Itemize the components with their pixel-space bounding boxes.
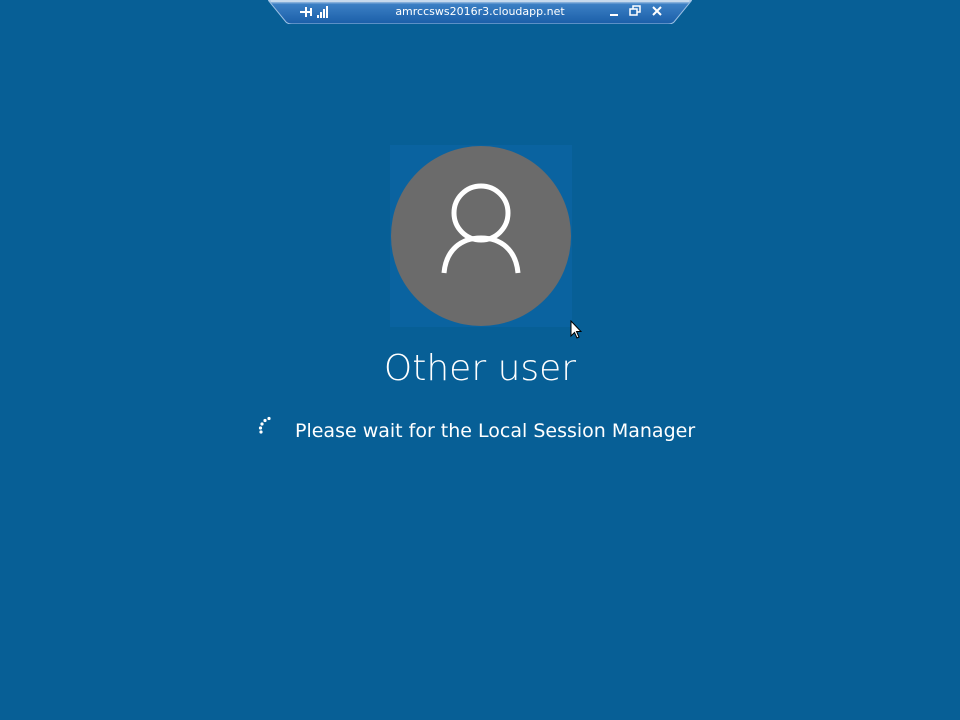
status-message: Please wait for the Local Session Manage… [295, 420, 696, 442]
lock-screen: amrccsws2016r3.cloudapp.net Other user P… [0, 0, 960, 720]
user-silhouette-icon [441, 183, 521, 274]
user-tile[interactable] [390, 145, 572, 327]
rdp-host-name: amrccsws2016r3.cloudapp.net [395, 5, 565, 18]
pin-icon[interactable] [298, 4, 314, 18]
minimize-icon[interactable] [606, 3, 622, 19]
close-icon[interactable] [649, 3, 665, 19]
connection-quality-icon[interactable] [316, 4, 330, 18]
loading-spinner-icon [255, 414, 279, 438]
user-name: Other user [383, 348, 577, 389]
avatar [391, 146, 571, 326]
status-row: Please wait for the Local Session Manage… [255, 414, 715, 450]
restore-icon[interactable] [627, 3, 643, 19]
rdp-connection-bar[interactable]: amrccsws2016r3.cloudapp.net [268, 0, 692, 24]
mouse-pointer-icon [570, 320, 582, 339]
